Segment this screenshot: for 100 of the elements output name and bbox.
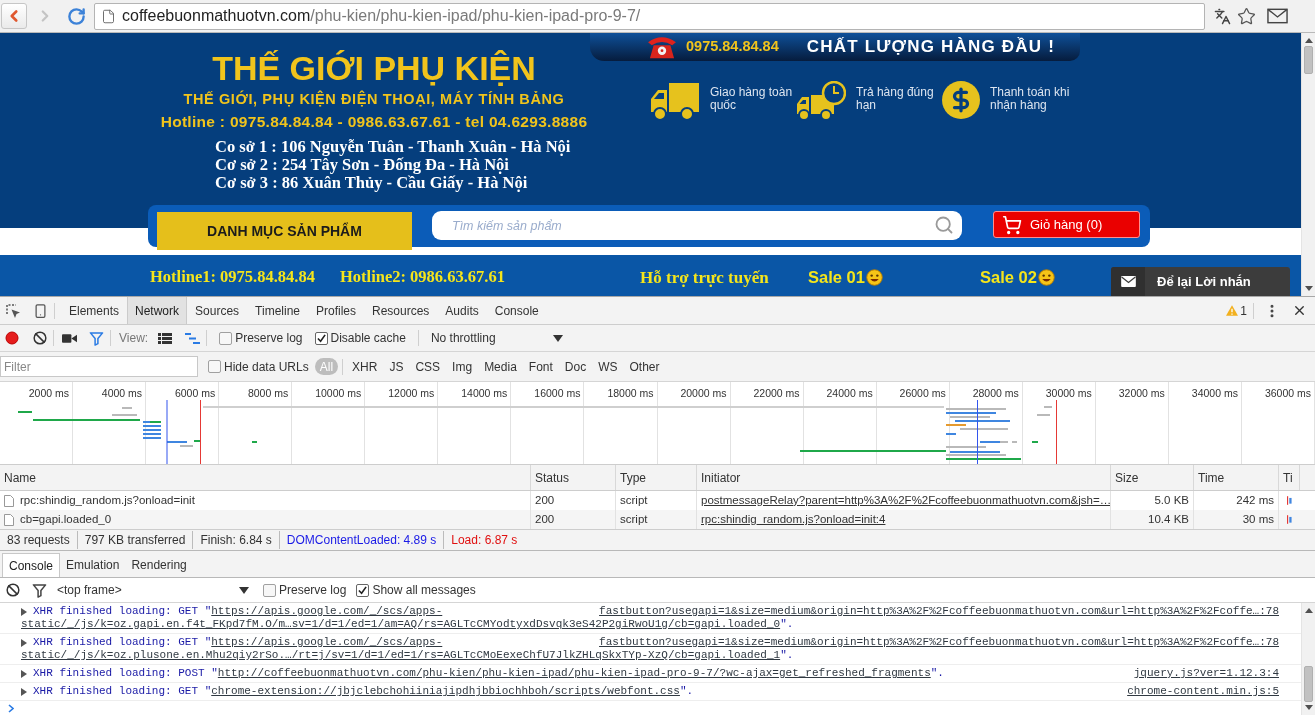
time-tick-label: 10000 ms bbox=[315, 387, 362, 399]
type-filter-button[interactable]: CSS bbox=[410, 358, 446, 375]
type-filter-button[interactable]: WS bbox=[593, 358, 623, 375]
close-icon[interactable] bbox=[1292, 303, 1307, 318]
checkbox[interactable] bbox=[356, 583, 370, 597]
expand-triangle-icon[interactable] bbox=[21, 670, 27, 678]
mail-icon[interactable] bbox=[1267, 8, 1288, 24]
clear-icon[interactable] bbox=[33, 331, 47, 345]
device-mode-icon[interactable] bbox=[33, 303, 48, 319]
context-select[interactable]: <top frame> bbox=[57, 581, 253, 599]
devtools-tab[interactable]: Resources bbox=[364, 297, 438, 324]
scroll-up-icon[interactable] bbox=[1304, 608, 1313, 613]
prompt-chevron-icon[interactable] bbox=[8, 704, 14, 713]
checkbox[interactable] bbox=[263, 583, 276, 597]
feature-text: Thanh toán khi nhận hàng bbox=[990, 86, 1071, 112]
waterfall-bar-drawing bbox=[1287, 512, 1295, 527]
vertical-scrollbar[interactable] bbox=[1301, 603, 1315, 715]
column-header[interactable]: Status bbox=[531, 465, 616, 490]
back-button[interactable] bbox=[1, 3, 27, 29]
scroll-down-icon[interactable] bbox=[1304, 286, 1313, 291]
column-header[interactable]: Size bbox=[1111, 465, 1194, 490]
hotline-link[interactable]: Hotline1: 0975.84.84.84 bbox=[150, 265, 315, 290]
sale-link[interactable]: Sale 01 bbox=[808, 265, 883, 290]
column-header[interactable]: Ti bbox=[1279, 465, 1300, 490]
type-filter-button[interactable]: Img bbox=[447, 358, 478, 375]
devtools-tab[interactable]: Console bbox=[486, 297, 547, 324]
feature-text: Trả hàng đúng hạn bbox=[856, 86, 935, 112]
url-link[interactable]: https://apis.google.com/_/scs/apps- bbox=[211, 636, 443, 648]
column-header[interactable]: Initiator bbox=[697, 465, 1111, 490]
summary-text: 83 requests bbox=[6, 532, 71, 549]
url-link[interactable]: https://apis.google.com/_/scs/apps- bbox=[211, 605, 443, 617]
devtools-tab[interactable]: Profiles bbox=[308, 297, 364, 324]
vertical-scrollbar[interactable] bbox=[1301, 33, 1315, 296]
clear-console-icon[interactable] bbox=[6, 583, 20, 597]
request-name[interactable]: cb=gapi.loaded_0 bbox=[20, 510, 112, 529]
dropdown-caret-icon[interactable] bbox=[239, 586, 249, 594]
throttling-select[interactable]: No throttling bbox=[430, 329, 567, 347]
time-tick-label: 28000 ms bbox=[972, 387, 1019, 399]
url-link[interactable]: http://coffeebuonmathuotvn.com/phu-kien/phu-kien-ipad/phu-kien-ipad-pro-9-7/?wc-ajax=get_refreshed_fragments bbox=[217, 667, 931, 679]
url-link[interactable]: static/_/js/k=oz.plusone.en.Mhu2qiy2rSo.…/rt=j/sv=1/d=1/ed=1/rs=AGLTcCMoEexeChfU7JlkZHLqSkxTYp-XzQ/cb=gapi.loaded_1 bbox=[21, 649, 781, 661]
source-link[interactable]: fastbutton?usegapi=1&size=medium&origin=http%3A%2F%2Fcoffeebuonmathuotvn.com&url=http%3A%2F%2Fcoffe…:78 bbox=[599, 636, 1279, 649]
type-filter-button[interactable]: Font bbox=[523, 358, 558, 375]
source-link[interactable]: fastbutton?usegapi=1&size=medium&origin=http%3A%2F%2Fcoffeebuonmathuotvn.com&url=http%3A%2F%2Fcoffe…:78 bbox=[599, 605, 1279, 618]
list-view-icon[interactable] bbox=[158, 332, 173, 344]
dropdown-caret-icon[interactable] bbox=[552, 334, 563, 342]
url-link[interactable]: chrome-extension://jbjclebchohiiniajipdhjbbiochhboh/scripts/webfont.css bbox=[211, 685, 680, 697]
column-header[interactable]: Name bbox=[0, 465, 531, 490]
address-bar[interactable]: coffeebuonmathuotvn.com/phu-kien/phu-kien-ipad/phu-kien-ipad-pro-9-7/ bbox=[94, 2, 1205, 30]
drawer-tab[interactable]: Rendering bbox=[125, 553, 193, 577]
console-message-continuation: static/_/js/k=oz.plusone.en.Mhu2qiy2rSo.…/rt=j/sv=1/d=1/ed=1/rs=AGLTcCMoEexeChfU7JlkZHLqSkxTYp-XzQ/cb=gapi.loaded_1". bbox=[21, 649, 794, 662]
inspect-element-icon[interactable] bbox=[5, 303, 21, 319]
leave-message-button[interactable]: Để lại Lời nhắn bbox=[1111, 267, 1290, 296]
source-link[interactable]: jquery.js?ver=1.12.3:4 bbox=[1133, 667, 1279, 680]
expand-triangle-icon[interactable] bbox=[21, 688, 27, 696]
support-link[interactable]: Hỗ trợ trực tuyến bbox=[640, 264, 769, 291]
waterfall-view-icon[interactable] bbox=[185, 332, 201, 344]
checkbox[interactable] bbox=[208, 360, 221, 373]
checkbox[interactable] bbox=[219, 331, 233, 345]
sale-link[interactable]: Sale 02 bbox=[980, 265, 1055, 290]
column-header[interactable]: Type bbox=[616, 465, 697, 490]
column-header[interactable]: Time bbox=[1194, 465, 1279, 490]
url-link[interactable]: static/_/js/k=oz.gapi.en.f4t_FKpd7fM.O/m…sv=1/d=1/ed=1/am=AQ/rs=AGLTcCMYodtyxdDsvqk3eS42P2giRwoU1g/cb=gapi.loaded_0 bbox=[21, 618, 781, 630]
initiator-link[interactable]: postmessageRelay?parent=http%3A%2F%2Fcoffeebuonmathuotvn.com&jsh=… bbox=[701, 491, 1110, 510]
hotline-link[interactable]: Hotline2: 0986.63.67.61 bbox=[340, 265, 505, 290]
expand-triangle-icon[interactable] bbox=[21, 639, 27, 647]
scroll-down-icon[interactable] bbox=[1304, 705, 1313, 710]
scrollbar-thumb[interactable] bbox=[1304, 666, 1313, 702]
source-link[interactable]: chrome-content.min.js:5 bbox=[1127, 685, 1279, 698]
drawer-tab[interactable]: Emulation bbox=[60, 553, 126, 577]
scroll-up-icon[interactable] bbox=[1304, 38, 1313, 43]
devtools-tab[interactable]: Network bbox=[127, 297, 188, 324]
console-message-continuation: static/_/js/k=oz.gapi.en.f4t_FKpd7fM.O/m…sv=1/d=1/ed=1/am=AQ/rs=AGLTcCMYodtyxdDsvqk3eS42P2giRwoU1g/cb=gapi.loaded_0". bbox=[21, 618, 794, 631]
filter-icon[interactable] bbox=[32, 582, 47, 598]
filter-field[interactable]: Filter bbox=[0, 356, 198, 377]
record-icon[interactable] bbox=[5, 331, 19, 345]
search-field[interactable]: Tìm kiếm sản phẩm bbox=[432, 211, 962, 240]
type-filter-button[interactable]: XHR bbox=[347, 358, 383, 375]
devtools-tab[interactable]: Sources bbox=[187, 297, 248, 324]
scrollbar-thumb[interactable] bbox=[1304, 46, 1313, 74]
checkbox[interactable] bbox=[314, 331, 328, 345]
search-icon[interactable] bbox=[934, 215, 954, 235]
type-filter-button[interactable]: Other bbox=[624, 358, 665, 375]
type-filter-button[interactable]: Doc bbox=[559, 358, 592, 375]
file-icon bbox=[4, 513, 14, 526]
bookmark-star-icon[interactable] bbox=[1237, 6, 1256, 26]
devtools-tab[interactable]: Audits bbox=[437, 297, 487, 324]
video-camera-icon[interactable] bbox=[62, 332, 77, 344]
type-filter-button[interactable]: Media bbox=[479, 358, 522, 375]
expand-triangle-icon[interactable] bbox=[21, 608, 27, 616]
translate-icon[interactable] bbox=[1214, 7, 1231, 25]
request-name[interactable]: rpc:shindig_random.js?onload=init bbox=[20, 491, 195, 510]
table-cell-text: 242 ms bbox=[1236, 492, 1274, 508]
devtools-tab[interactable]: Elements bbox=[61, 297, 128, 324]
type-filter-button[interactable]: JS bbox=[384, 358, 409, 375]
initiator-link[interactable]: rpc:shindig_random.js?onload=init:4 bbox=[701, 510, 886, 529]
category-menu-button[interactable]: DANH MỤC SẢN PHẨM bbox=[157, 212, 412, 250]
devtools-tab[interactable]: Timeline bbox=[247, 297, 308, 324]
cart-button[interactable]: Giỏ hàng (0) bbox=[993, 211, 1140, 238]
cart-icon bbox=[1000, 214, 1024, 235]
drawer-tab[interactable]: Console bbox=[2, 553, 61, 577]
